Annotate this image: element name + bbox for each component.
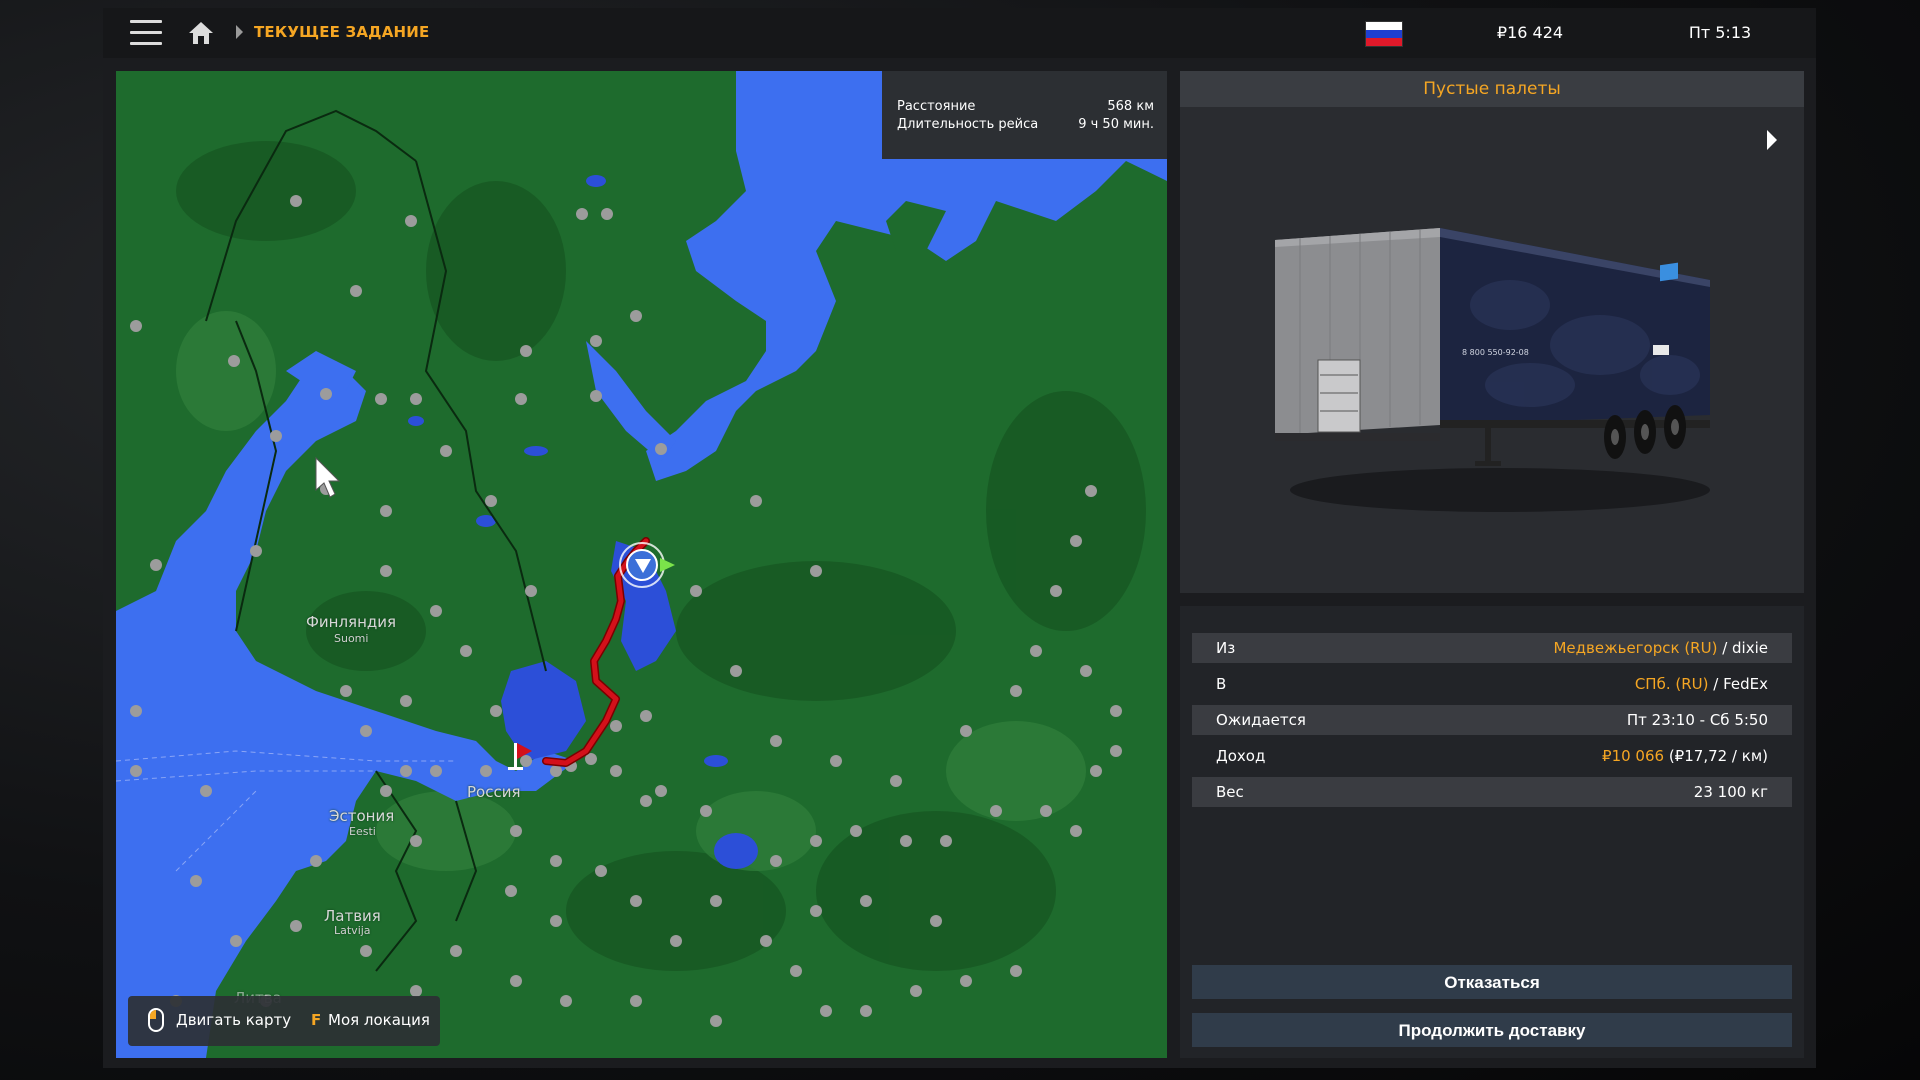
game-clock: Пт 5:13 bbox=[1688, 23, 1752, 42]
decline-button[interactable]: Отказаться bbox=[1192, 965, 1792, 999]
map-label-estonia: Эстония bbox=[329, 807, 395, 825]
from-city: Медвежьегорск (RU) bbox=[1553, 639, 1718, 657]
hamburger-menu-icon[interactable] bbox=[130, 20, 162, 46]
map-label-finland: Финляндия bbox=[306, 613, 397, 631]
map-controls-hint: Двигать карту F Моя локация bbox=[128, 996, 440, 1046]
detail-row-expected: Ожидается Пт 23:10 - Сб 5:50 bbox=[1192, 705, 1792, 735]
duration-value: 9 ч 50 мин. bbox=[1078, 117, 1154, 132]
trailer-image: 8 800 550-92-08 bbox=[1270, 225, 1720, 525]
to-city: СПб. (RU) bbox=[1634, 675, 1709, 693]
distance-label: Расстояние bbox=[897, 99, 976, 114]
map-canvas bbox=[116, 71, 1167, 1058]
income-rate: (₽17,72 / км) bbox=[1664, 747, 1768, 765]
russia-flag-icon bbox=[1365, 21, 1403, 47]
map-label-russia: Россия bbox=[467, 783, 521, 801]
weight-label: Вес bbox=[1216, 783, 1244, 801]
map-label-finland-local: Suomi bbox=[334, 632, 369, 645]
detail-row-weight: Вес 23 100 кг bbox=[1192, 777, 1792, 807]
money-balance: ₽16 424 bbox=[1496, 23, 1564, 42]
mouse-cursor-icon bbox=[315, 456, 341, 498]
from-label: Из bbox=[1216, 639, 1236, 657]
to-label: В bbox=[1216, 675, 1227, 693]
move-map-hint: Двигать карту bbox=[176, 1011, 292, 1029]
income-label: Доход bbox=[1216, 747, 1266, 765]
income-value: ₽10 066 bbox=[1602, 747, 1665, 765]
expected-value: Пт 23:10 - Сб 5:50 bbox=[1626, 711, 1768, 729]
detail-row-from: Из Медвежьегорск (RU) / dixie bbox=[1192, 633, 1792, 663]
map-label-estonia-local: Eesti bbox=[349, 825, 376, 838]
mouse-icon bbox=[148, 1008, 164, 1032]
weight-value: 23 100 кг bbox=[1693, 783, 1768, 801]
map-label-latvia-local: Latvija bbox=[334, 924, 371, 937]
to-company: / FedEx bbox=[1708, 675, 1768, 693]
trailer-phone-text: 8 800 550-92-08 bbox=[1462, 348, 1529, 357]
detail-row-income: Доход ₽10 066 (₽17,72 / км) bbox=[1192, 741, 1792, 771]
breadcrumb-current-job[interactable]: ТЕКУЩЕЕ ЗАДАНИЕ bbox=[254, 23, 430, 41]
duration-label: Длительность рейса bbox=[897, 117, 1039, 132]
home-icon[interactable] bbox=[187, 20, 215, 46]
location-hotkey: F bbox=[311, 1011, 322, 1029]
from-company: / dixie bbox=[1717, 639, 1768, 657]
map-label-latvia: Латвия bbox=[324, 907, 381, 925]
route-info-panel: Расстояние 568 км Длительность рейса 9 ч… bbox=[882, 71, 1167, 159]
route-map[interactable]: Финляндия Suomi Россия Эстония Eesti Лат… bbox=[116, 71, 1167, 1058]
my-location-hint[interactable]: Моя локация bbox=[328, 1011, 430, 1029]
distance-value: 568 км bbox=[1107, 99, 1154, 114]
next-trailer-arrow-icon[interactable] bbox=[1767, 130, 1777, 150]
expected-label: Ожидается bbox=[1216, 711, 1306, 729]
cargo-title: Пустые палеты bbox=[1180, 71, 1804, 107]
continue-delivery-button[interactable]: Продолжить доставку bbox=[1192, 1013, 1792, 1047]
breadcrumb-chevron-icon bbox=[236, 25, 243, 39]
detail-row-to: В СПб. (RU) / FedEx bbox=[1192, 669, 1792, 699]
